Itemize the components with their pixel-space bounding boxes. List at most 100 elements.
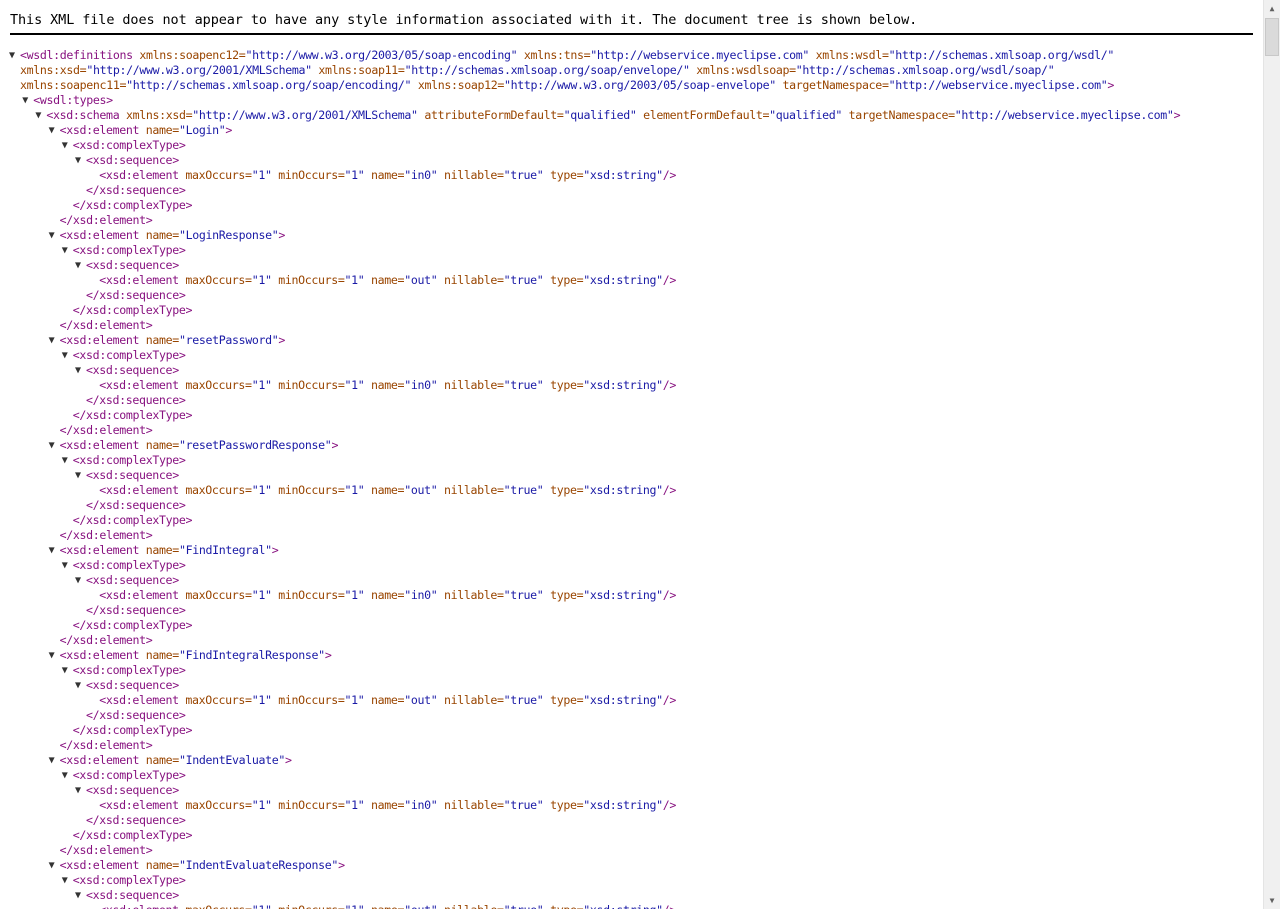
xml-attribute-value: "true"	[504, 903, 544, 909]
xml-attribute-name: xmlns:soap12=	[411, 78, 505, 92]
xml-line: <xsd:sequence>	[86, 888, 179, 903]
xml-attribute-value: "true"	[503, 798, 544, 812]
xml-line: <xsd:sequence>	[86, 363, 179, 378]
xml-tag: <xsd:element	[59, 333, 140, 347]
xml-tag: <xsd:element	[59, 438, 140, 452]
expand-toggle-icon[interactable]: ▼	[62, 873, 68, 888]
expand-toggle-icon[interactable]: ▼	[35, 108, 41, 123]
xml-attribute-value: "IndentEvaluateResponse"	[178, 858, 339, 872]
xml-line: </xsd:complexType>	[73, 303, 193, 318]
expand-toggle-icon[interactable]: ▼	[62, 768, 68, 783]
xml-attribute-name: name=	[139, 228, 180, 242]
xml-tag: </xsd:sequence>	[86, 288, 186, 302]
xml-tag: />	[663, 903, 677, 909]
expand-toggle-icon[interactable]: ▼	[75, 468, 81, 483]
xml-tag: </xsd:element>	[59, 213, 153, 227]
xml-tag: <xsd:sequence>	[86, 888, 179, 902]
xml-tag: </xsd:element>	[59, 843, 153, 857]
expand-toggle-icon[interactable]: ▼	[49, 123, 55, 138]
xml-attribute-name: name=	[364, 168, 405, 182]
xml-attribute-name: xmlns:xsd=	[20, 63, 87, 77]
xml-tag: <xsd:element	[99, 798, 179, 812]
xml-attribute-name: nillable=	[437, 168, 504, 182]
xml-attribute-name: minOccurs=	[271, 693, 345, 707]
xml-line: </xsd:sequence>	[86, 708, 186, 723]
xml-attribute-name: xmlns:soap11=	[311, 63, 405, 77]
xml-attribute-value: "in0"	[404, 798, 438, 812]
xml-attribute-name: minOccurs=	[271, 588, 345, 602]
xml-attribute-name: xmlns:xsd=	[119, 108, 193, 122]
vertical-scrollbar[interactable]: ▲ ▼	[1263, 0, 1280, 909]
xml-attribute-value: "true"	[503, 483, 544, 497]
expand-toggle-icon[interactable]: ▼	[75, 363, 81, 378]
xml-line: <xsd:element name="FindIntegral">	[60, 543, 279, 558]
xml-attribute-value: "http://webservice.myeclipse.com"	[590, 48, 810, 62]
xml-attribute-value: "http://schemas.xmlsoap.org/soap/encodin…	[126, 78, 412, 92]
xml-attribute-value: "1"	[344, 588, 365, 602]
expand-toggle-icon[interactable]: ▼	[49, 333, 55, 348]
xml-line: </xsd:sequence>	[86, 813, 186, 828]
xml-tag: </xsd:sequence>	[86, 603, 186, 617]
xml-attribute-value: "LoginResponse"	[178, 228, 279, 242]
xml-attribute-value: "resetPasswordResponse"	[178, 438, 332, 452]
expand-toggle-icon[interactable]: ▼	[49, 438, 55, 453]
xml-line: </xsd:element>	[60, 633, 153, 648]
expand-toggle-icon[interactable]: ▼	[22, 93, 28, 108]
xml-attribute-name: minOccurs=	[271, 273, 345, 287]
xml-line: <xsd:complexType>	[73, 453, 186, 468]
xml-attribute-value: "resetPassword"	[178, 333, 279, 347]
xml-attribute-name: name=	[139, 123, 180, 137]
expand-toggle-icon[interactable]: ▼	[62, 138, 68, 153]
xml-attribute-value: "Login"	[178, 123, 226, 137]
xml-line: <xsd:complexType>	[73, 873, 186, 888]
xml-line: </xsd:element>	[60, 843, 153, 858]
xml-line: <xsd:element maxOccurs="1" minOccurs="1"…	[99, 903, 676, 909]
xml-tag: <xsd:complexType>	[72, 873, 186, 887]
xml-tag: <wsdl:types>	[33, 93, 113, 107]
xml-attribute-name: maxOccurs=	[178, 378, 252, 392]
expand-toggle-icon[interactable]: ▼	[62, 663, 68, 678]
xml-line: </xsd:complexType>	[73, 723, 193, 738]
xml-line: <xsd:complexType>	[73, 768, 186, 783]
xml-attribute-name: nillable=	[437, 483, 504, 497]
expand-toggle-icon[interactable]: ▼	[75, 678, 81, 693]
xml-tag: <xsd:element	[99, 168, 179, 182]
expand-toggle-icon[interactable]: ▼	[49, 858, 55, 873]
expand-toggle-icon[interactable]: ▼	[62, 348, 68, 363]
xml-tag: <xsd:complexType>	[72, 453, 186, 467]
xml-line: <xsd:element name="resetPasswordResponse…	[59, 438, 339, 453]
xml-line: </xsd:element>	[60, 318, 153, 333]
xml-line: <xsd:element maxOccurs="1" minOccurs="1"…	[99, 273, 676, 288]
xml-attribute-name: name=	[364, 903, 405, 909]
xml-attribute-value: "true"	[503, 168, 544, 182]
xml-attribute-name: nillable=	[437, 273, 504, 287]
expand-toggle-icon[interactable]: ▼	[75, 258, 81, 273]
scrollbar-thumb[interactable]	[1265, 18, 1279, 56]
expand-toggle-icon[interactable]: ▼	[62, 243, 68, 258]
expand-toggle-icon[interactable]: ▼	[49, 543, 55, 558]
xml-tag: </xsd:sequence>	[86, 708, 186, 722]
xml-tag: </xsd:sequence>	[86, 393, 186, 407]
expand-toggle-icon[interactable]: ▼	[75, 783, 81, 798]
scroll-up-arrow-icon[interactable]: ▲	[1264, 0, 1280, 17]
xml-attribute-name: minOccurs=	[271, 378, 345, 392]
expand-toggle-icon[interactable]: ▼	[9, 48, 15, 63]
xml-line: </xsd:sequence>	[86, 498, 186, 513]
expand-toggle-icon[interactable]: ▼	[75, 573, 81, 588]
xml-attribute-value: "1"	[252, 903, 272, 909]
xml-line: </xsd:complexType>	[73, 618, 193, 633]
xml-attribute-value: "http://schemas.xmlsoap.org/wsdl/"	[888, 48, 1115, 62]
scroll-down-arrow-icon[interactable]: ▼	[1264, 892, 1280, 909]
expand-toggle-icon[interactable]: ▼	[49, 753, 55, 768]
xml-tag: <xsd:element	[59, 123, 140, 137]
expand-toggle-icon[interactable]: ▼	[62, 453, 68, 468]
expand-toggle-icon[interactable]: ▼	[75, 153, 81, 168]
xml-line: </xsd:element>	[60, 528, 153, 543]
xml-attribute-value: "http://www.w3.org/2003/05/soap-envelope…	[504, 78, 776, 92]
xml-attribute-name: nillable=	[437, 588, 504, 602]
expand-toggle-icon[interactable]: ▼	[62, 558, 68, 573]
xml-tag: <xsd:element	[99, 588, 179, 602]
expand-toggle-icon[interactable]: ▼	[75, 888, 81, 903]
expand-toggle-icon[interactable]: ▼	[49, 648, 55, 663]
expand-toggle-icon[interactable]: ▼	[49, 228, 55, 243]
